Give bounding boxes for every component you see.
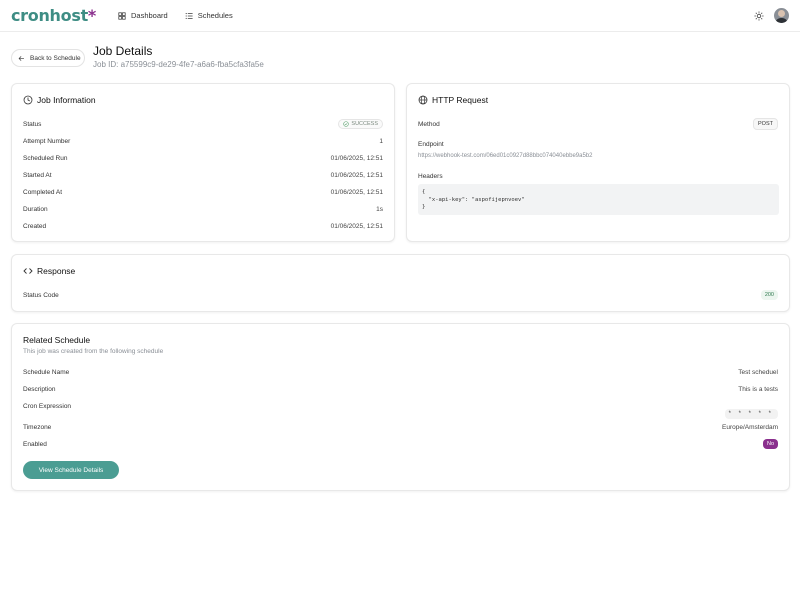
logo-text: cronhost <box>11 6 88 25</box>
info-value: 1 <box>379 137 383 145</box>
job-information-card: Job Information Status SUCCESS Attempt N… <box>11 83 395 242</box>
info-row-created: Created 01/06/2025, 12:51 <box>23 220 383 232</box>
info-row-started: Started At 01/06/2025, 12:51 <box>23 169 383 181</box>
cron-expression-row: Cron Expression <box>23 400 778 412</box>
cron-expression-badge: * * * * * <box>724 409 778 419</box>
logo[interactable]: cronhost* <box>11 6 96 25</box>
info-row-scheduled: Scheduled Run 01/06/2025, 12:51 <box>23 152 383 164</box>
schedule-label: Schedule Name <box>23 368 70 376</box>
clock-icon <box>23 95 33 105</box>
info-row-completed: Completed At 01/06/2025, 12:51 <box>23 186 383 198</box>
status-value: SUCCESS <box>351 121 378 127</box>
info-value: 01/06/2025, 12:51 <box>330 188 383 196</box>
globe-icon <box>418 95 428 105</box>
response-title: Response <box>23 266 75 276</box>
enabled-row: Enabled No <box>23 438 778 450</box>
info-label: Created <box>23 222 47 230</box>
response-card: Response Status Code 200 <box>11 254 790 312</box>
info-label: Started At <box>23 171 52 179</box>
info-value: 01/06/2025, 12:51 <box>330 154 383 162</box>
schedule-label: Timezone <box>23 423 52 431</box>
code-icon <box>23 268 33 274</box>
check-circle-icon <box>343 121 350 127</box>
page-title: Job Details <box>93 44 153 58</box>
schedule-value: This is a tests <box>738 385 778 393</box>
http-request-card: HTTP Request Method POST Endpoint https:… <box>406 83 790 242</box>
schedule-label: Cron Expression <box>23 402 72 410</box>
nav-schedules[interactable]: Schedules <box>185 11 233 20</box>
view-schedule-details-button[interactable]: View Schedule Details <box>23 461 119 479</box>
method-label: Method <box>418 120 440 128</box>
endpoint-value: https://webhook-test.com/06ed01c0927d88b… <box>418 153 593 159</box>
headers-label: Headers <box>418 173 443 180</box>
list-icon <box>185 12 193 19</box>
info-label: Status <box>23 120 42 128</box>
status-code-label: Status Code <box>23 291 59 299</box>
back-button-label: Back to Schedule <box>30 54 81 62</box>
enabled-badge: No <box>762 439 778 449</box>
status-code-badge: 200 <box>760 290 778 300</box>
info-label: Scheduled Run <box>23 154 68 162</box>
description-row: Description This is a tests <box>23 383 778 395</box>
back-to-schedule-button[interactable]: Back to Schedule <box>11 49 85 67</box>
nav-schedules-label: Schedules <box>197 11 233 20</box>
job-information-title: Job Information <box>23 95 96 105</box>
arrow-left-icon <box>18 55 24 61</box>
job-id: Job ID: a75599c9-de29-4fe7-a6a6-fba5cfa3… <box>93 60 264 69</box>
job-information-title-text: Job Information <box>37 95 96 105</box>
page-header: Back to Schedule Job Details Job ID: a75… <box>11 44 789 74</box>
response-title-text: Response <box>37 266 76 276</box>
status-code-row: Status Code 200 <box>23 289 778 301</box>
theme-toggle-sun-icon[interactable] <box>754 11 764 21</box>
status-badge: SUCCESS <box>338 119 383 129</box>
info-row-duration: Duration 1s <box>23 203 383 215</box>
avatar[interactable] <box>774 8 789 23</box>
schedule-value: Test scheduel <box>738 368 778 376</box>
related-schedule-title-text: Related Schedule <box>23 335 91 345</box>
logo-star: * <box>87 6 96 25</box>
related-schedule-card: Related Schedule This job was created fr… <box>11 323 790 491</box>
http-request-title-text: HTTP Request <box>432 95 489 105</box>
nav-dashboard[interactable]: Dashboard <box>118 11 168 20</box>
info-label: Completed At <box>23 188 63 196</box>
info-row-attempt: Attempt Number 1 <box>23 135 383 147</box>
schedule-label: Enabled <box>23 440 47 448</box>
timezone-row: Timezone Europe/Amsterdam <box>23 421 778 433</box>
info-value: 1s <box>376 205 383 213</box>
nav-dashboard-label: Dashboard <box>131 11 168 20</box>
method-row: Method POST <box>418 118 778 130</box>
info-row-status: Status SUCCESS <box>23 118 383 130</box>
related-schedule-title: Related Schedule <box>23 335 90 345</box>
related-schedule-subtitle: This job was created from the following … <box>23 348 164 355</box>
dashboard-icon <box>118 11 126 20</box>
info-value: 01/06/2025, 12:51 <box>330 171 383 179</box>
endpoint-label: Endpoint <box>418 141 444 148</box>
info-value: 01/06/2025, 12:51 <box>330 222 383 230</box>
info-label: Duration <box>23 205 48 213</box>
http-request-title: HTTP Request <box>418 95 488 105</box>
method-badge: POST <box>753 118 778 130</box>
headers-code-block: { "x-api-key": "aspofijepnvoev" } <box>418 184 779 215</box>
schedule-label: Description <box>23 385 56 393</box>
schedule-value: Europe/Amsterdam <box>722 423 778 431</box>
schedule-name-row: Schedule Name Test scheduel <box>23 366 778 378</box>
top-nav: cronhost* Dashboard Schedules <box>0 0 800 32</box>
info-label: Attempt Number <box>23 137 71 145</box>
